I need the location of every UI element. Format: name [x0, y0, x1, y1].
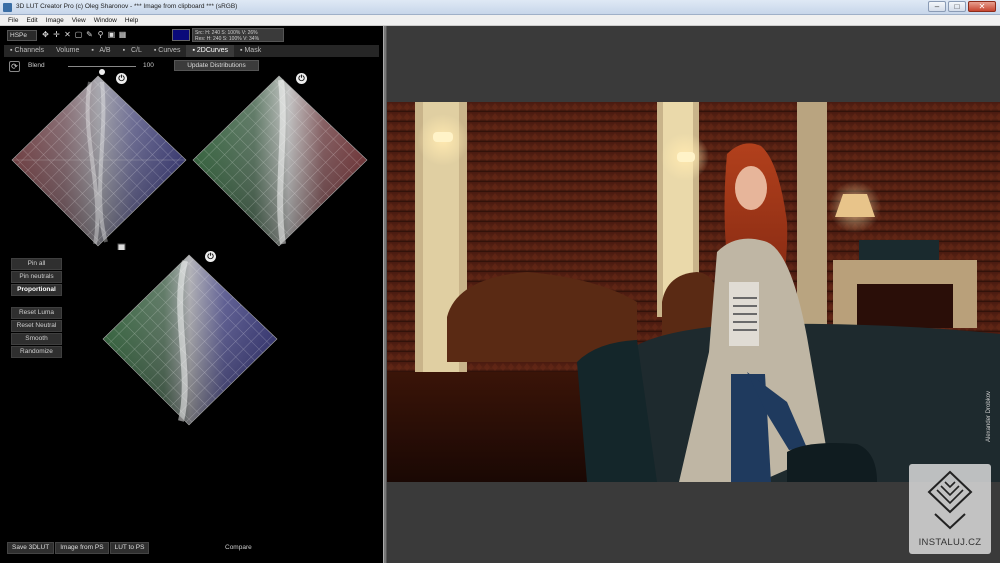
close-button[interactable]: ✕ — [968, 1, 996, 12]
tab-ab[interactable]: ▪ A/B — [85, 45, 116, 57]
title-bar: 3D LUT Creator Pro (c) Oleg Sharonov - *… — [0, 0, 1000, 15]
save-3dlut-button[interactable]: Save 3DLUT — [7, 542, 55, 554]
fit-icon[interactable]: ▣ — [107, 30, 116, 39]
color-readout: Src: H: 240 S: 100% V: 26% Res: H: 240 S… — [192, 28, 284, 42]
menu-bar: File Edit Image View Window Help — [0, 15, 1000, 26]
color-model-select[interactable]: HSPe — [7, 30, 37, 41]
tab-curves[interactable]: ▪ Curves — [148, 45, 187, 57]
curve-grid-green-blue[interactable] — [101, 253, 281, 429]
maximize-button[interactable]: □ — [948, 1, 966, 12]
proportional-button[interactable]: Proportional — [11, 284, 62, 296]
reset-icon[interactable]: ⟳ — [9, 61, 20, 72]
menu-window[interactable]: Window — [90, 15, 121, 25]
side-button-panel: Pin all Pin neutrals Proportional Reset … — [11, 258, 62, 359]
curve-grid-green-red[interactable] — [191, 74, 371, 250]
bottom-bar: Save 3DLUT Image from PS LUT to PS — [7, 542, 150, 554]
toolbar: HSPe ✥ ✛ ✕ ▢ ✎ ⚲ ▣ ▦ Src: H: 240 S: 100%… — [4, 27, 379, 43]
menu-view[interactable]: View — [68, 15, 90, 25]
power-icon[interactable]: ⏻ — [205, 251, 216, 262]
tab-cl[interactable]: ▪ C/L — [117, 45, 148, 57]
select-icon[interactable]: ▢ — [74, 30, 83, 39]
tab-label: C/L — [130, 47, 142, 54]
window-title: 3D LUT Creator Pro (c) Oleg Sharonov - *… — [16, 3, 238, 10]
watermark: INSTALUJ.CZ — [909, 464, 991, 554]
blend-value: 100 — [143, 62, 154, 69]
tab-label: A/B — [99, 47, 111, 54]
eyedropper-icon[interactable]: ✎ — [85, 30, 94, 39]
tab-2dcurves[interactable]: ▪ 2DCurves — [186, 45, 235, 57]
app-icon — [3, 3, 12, 12]
window-controls: – □ ✕ — [928, 1, 996, 12]
pan-icon[interactable]: ✛ — [52, 30, 61, 39]
tab-bar: ▪ Channels Volume ▪ A/B ▪ C/L ▪ Curves ▪… — [4, 45, 379, 57]
image-from-ps-button[interactable]: Image from PS — [55, 542, 109, 554]
tab-label: 2DCurves — [196, 47, 229, 54]
blend-label: Blend — [28, 62, 45, 69]
curve-grid-red-blue[interactable] — [10, 74, 190, 250]
readout-res: Res: H: 240 S: 100% V: 34% — [195, 36, 260, 42]
reset-luma-button[interactable]: Reset Luma — [11, 307, 62, 319]
preview-image[interactable]: Alexander Drobkov — [387, 102, 1000, 482]
blend-slider[interactable] — [68, 66, 136, 75]
svg-text:Alexander Drobkov: Alexander Drobkov — [986, 391, 992, 442]
grid-handle[interactable] — [117, 243, 126, 250]
tab-label: Volume — [56, 47, 80, 54]
tab-label: Curves — [158, 47, 181, 54]
tool-icons: ✥ ✛ ✕ ▢ ✎ ⚲ ▣ ▦ — [41, 30, 127, 39]
tab-label: Mask — [244, 47, 262, 54]
tab-label: Channels — [14, 47, 45, 54]
left-panel: HSPe ✥ ✛ ✕ ▢ ✎ ⚲ ▣ ▦ Src: H: 240 S: 100%… — [0, 26, 383, 563]
reset-neutral-button[interactable]: Reset Neutral — [11, 320, 62, 332]
power-icon[interactable]: ⏻ — [116, 73, 127, 84]
watermark-logo-icon — [927, 470, 973, 530]
smooth-button[interactable]: Smooth — [11, 333, 62, 345]
compare-button[interactable]: Compare — [225, 544, 252, 551]
update-distributions-button[interactable]: Update Distributions — [174, 60, 259, 71]
color-swatch — [172, 29, 190, 41]
crop-icon[interactable]: ✕ — [63, 30, 72, 39]
randomize-button[interactable]: Randomize — [11, 346, 62, 358]
lut-to-ps-button[interactable]: LUT to PS — [109, 542, 150, 554]
blend-row: ⟳ Blend 100 Update Distributions — [6, 60, 379, 75]
move-icon[interactable]: ✥ — [41, 30, 50, 39]
button-spacer — [11, 297, 62, 307]
zoom-icon[interactable]: ⚲ — [96, 30, 105, 39]
tab-volume[interactable]: Volume — [50, 45, 85, 57]
menu-help[interactable]: Help — [121, 15, 142, 25]
menu-edit[interactable]: Edit — [22, 15, 41, 25]
grid-icon[interactable]: ▦ — [118, 30, 127, 39]
minimize-button[interactable]: – — [928, 1, 946, 12]
menu-file[interactable]: File — [4, 15, 22, 25]
power-icon[interactable]: ⏻ — [296, 73, 307, 84]
menu-image[interactable]: Image — [42, 15, 68, 25]
pin-all-button[interactable]: Pin all — [11, 258, 62, 270]
tab-mask[interactable]: ▪ Mask — [234, 45, 267, 57]
pin-neutrals-button[interactable]: Pin neutrals — [11, 271, 62, 283]
watermark-text: INSTALUJ.CZ — [918, 537, 982, 548]
tab-channels[interactable]: ▪ Channels — [4, 45, 50, 57]
